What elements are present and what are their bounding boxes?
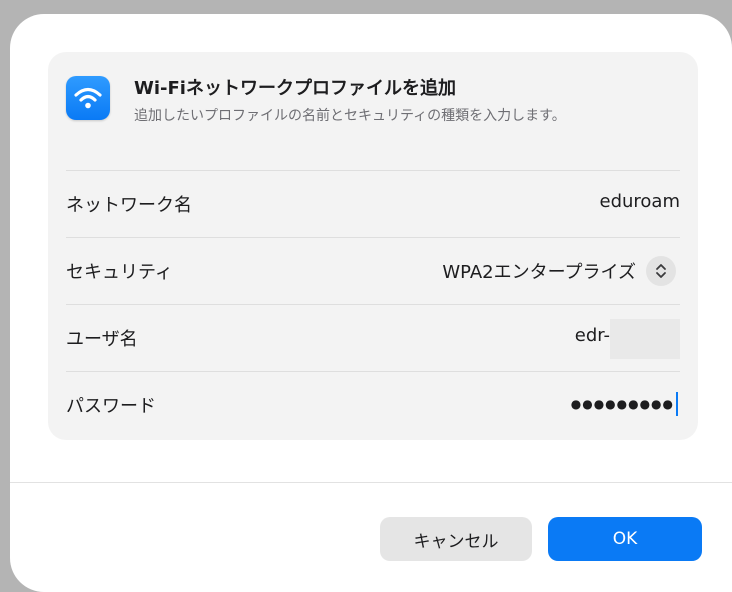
footer-divider [10,482,732,483]
dialog-subtitle: 追加したいプロファイルの名前とセキュリティの種類を入力します。 [134,108,566,124]
ok-button[interactable]: OK [548,517,702,561]
password-label: パスワード [66,396,156,417]
username-value: edr- [574,325,610,346]
wifi-icon [66,76,110,120]
network-name-field[interactable]: eduroam [600,191,681,212]
add-wifi-profile-dialog: Wi-Fiネットワークプロファイルを追加 追加したいプロファイルの名前とセキュリ… [10,14,732,592]
chevron-up-down-icon[interactable] [646,256,676,286]
security-select[interactable]: WPA2エンタープライズ [442,258,636,284]
cancel-button[interactable]: キャンセル [380,517,532,561]
username-field[interactable]: edr- [530,319,680,359]
dialog-title: Wi-Fiネットワークプロファイルを追加 [134,78,456,99]
dialog-header: Wi-Fiネットワークプロファイルを追加 追加したいプロファイルの名前とセキュリ… [48,52,698,170]
security-row: セキュリティ WPA2エンタープライズ [66,237,680,304]
network-name-label: ネットワーク名 [66,195,192,216]
username-label: ユーザ名 [66,329,138,350]
form-panel: Wi-Fiネットワークプロファイルを追加 追加したいプロファイルの名前とセキュリ… [48,52,698,440]
username-redaction [610,319,680,359]
username-row: ユーザ名 edr- [66,304,680,371]
password-dots: ●●●●●●●●● [570,397,674,411]
text-cursor [676,392,678,416]
network-name-row: ネットワーク名 eduroam [66,170,680,237]
security-label: セキュリティ [66,262,173,283]
password-row: パスワード ●●●●●●●●● [66,371,680,438]
password-field[interactable]: ●●●●●●●●● [571,390,678,418]
